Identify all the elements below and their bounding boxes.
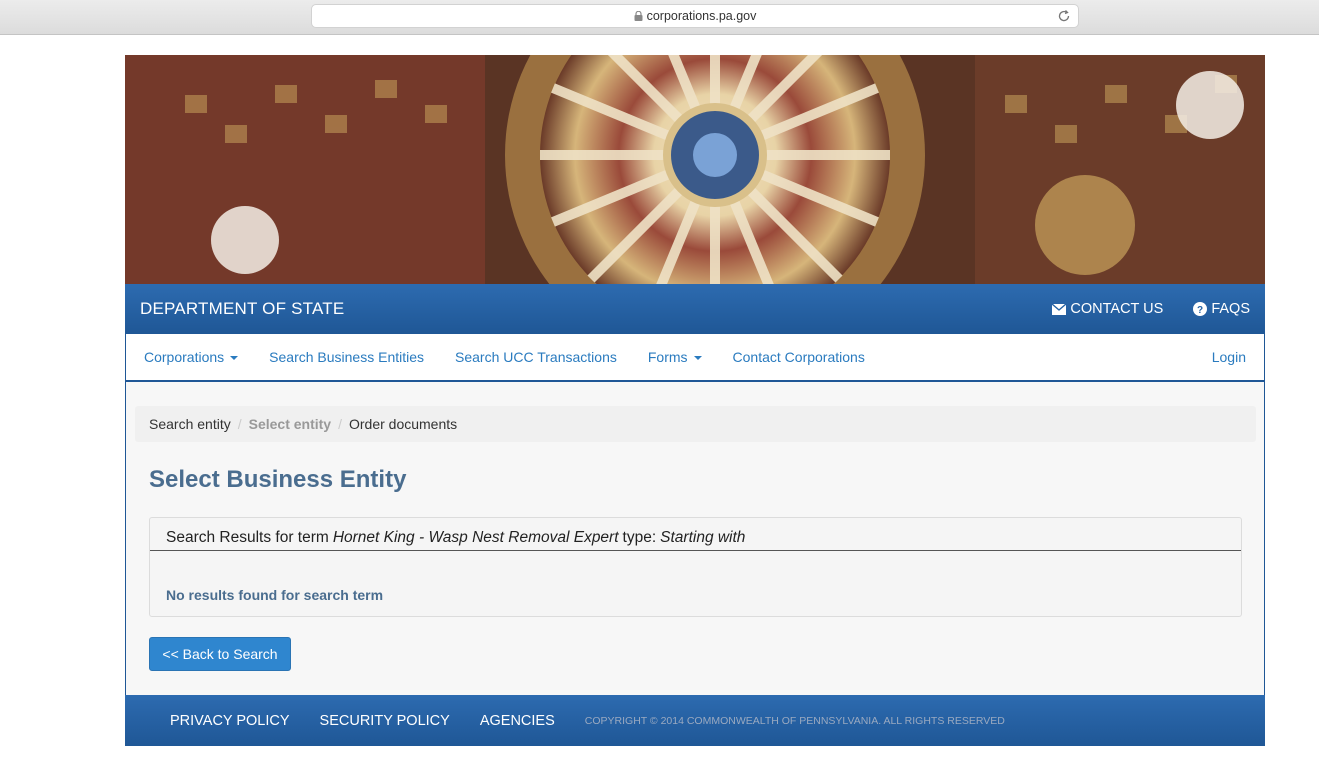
nav-item-corporations[interactable]: Corporations: [144, 349, 239, 365]
nav-item-label: Search Business Entities: [269, 349, 425, 365]
nav-item-forms[interactable]: Forms: [648, 349, 702, 365]
envelope-icon: [1052, 303, 1067, 315]
question-circle-icon: ?: [1193, 302, 1208, 316]
security-policy-link[interactable]: SECURITY POLICY: [320, 713, 450, 729]
results-panel-heading: Search Results for term Hornet King - Wa…: [150, 518, 1241, 551]
nav-item-label: Corporations: [144, 349, 225, 365]
breadcrumb-search-entity[interactable]: Search entity: [149, 416, 231, 432]
breadcrumb-select-entity: Select entity: [248, 416, 332, 432]
main-content: Search entity / Select entity / Order do…: [125, 382, 1265, 695]
results-prefix: Search Results for term: [166, 529, 329, 546]
top-links: CONTACT US ? FAQS: [1052, 301, 1250, 317]
footer: PRIVACY POLICY SECURITY POLICY AGENCIES …: [125, 695, 1265, 746]
login-link[interactable]: Login: [1212, 349, 1246, 365]
caret-down-icon: [230, 356, 239, 360]
faqs-label: FAQS: [1211, 301, 1250, 317]
back-to-search-button[interactable]: << Back to Search: [149, 637, 291, 671]
type-label: type:: [622, 529, 657, 546]
breadcrumb-order-documents[interactable]: Order documents: [349, 416, 457, 432]
reload-icon[interactable]: [1056, 8, 1072, 24]
results-panel: Search Results for term Hornet King - Wa…: [149, 517, 1242, 617]
copyright-text: COPYRIGHT © 2014 COMMONWEALTH OF PENNSYL…: [584, 714, 1005, 727]
nav-item-search-business-entities[interactable]: Search Business Entities: [269, 349, 424, 365]
breadcrumb-separator: /: [237, 416, 242, 432]
browser-chrome: corporations.pa.gov: [0, 0, 1319, 35]
page-container: DEPARTMENT OF STATE CONTACT US ? FAQS Co…: [125, 55, 1265, 746]
nav-item-label: Search UCC Transactions: [455, 349, 617, 365]
nav-item-label: Contact Corporations: [732, 349, 865, 365]
search-term: Hornet King - Wasp Nest Removal Expert: [332, 529, 619, 546]
breadcrumb: Search entity / Select entity / Order do…: [135, 406, 1256, 442]
no-results-message: No results found for search term: [166, 587, 384, 603]
contact-us-link[interactable]: CONTACT US: [1052, 301, 1163, 317]
breadcrumb-separator: /: [338, 416, 342, 432]
header-banner-image: [125, 55, 1265, 284]
faqs-link[interactable]: ? FAQS: [1193, 301, 1250, 317]
nav-item-label: Forms: [647, 349, 688, 365]
lock-icon: [634, 11, 643, 21]
contact-us-label: CONTACT US: [1070, 301, 1164, 317]
capitol-dome-illustration: [125, 55, 1265, 284]
url-text: corporations.pa.gov: [646, 9, 757, 23]
nav-item-search-ucc-transactions[interactable]: Search UCC Transactions: [455, 349, 617, 365]
main-nav: Corporations Search Business Entities Se…: [125, 334, 1265, 382]
department-bar: DEPARTMENT OF STATE CONTACT US ? FAQS: [125, 284, 1265, 334]
nav-item-contact-corporations[interactable]: Contact Corporations: [733, 349, 865, 365]
privacy-policy-link[interactable]: PRIVACY POLICY: [170, 713, 290, 729]
caret-down-icon: [693, 356, 702, 360]
address-bar[interactable]: corporations.pa.gov: [311, 4, 1079, 28]
svg-text:?: ?: [1197, 305, 1203, 316]
page-title: Select Business Entity: [149, 466, 407, 493]
agencies-link[interactable]: AGENCIES: [480, 713, 555, 729]
type-value: Starting with: [660, 529, 746, 546]
department-title[interactable]: DEPARTMENT OF STATE: [140, 299, 344, 319]
